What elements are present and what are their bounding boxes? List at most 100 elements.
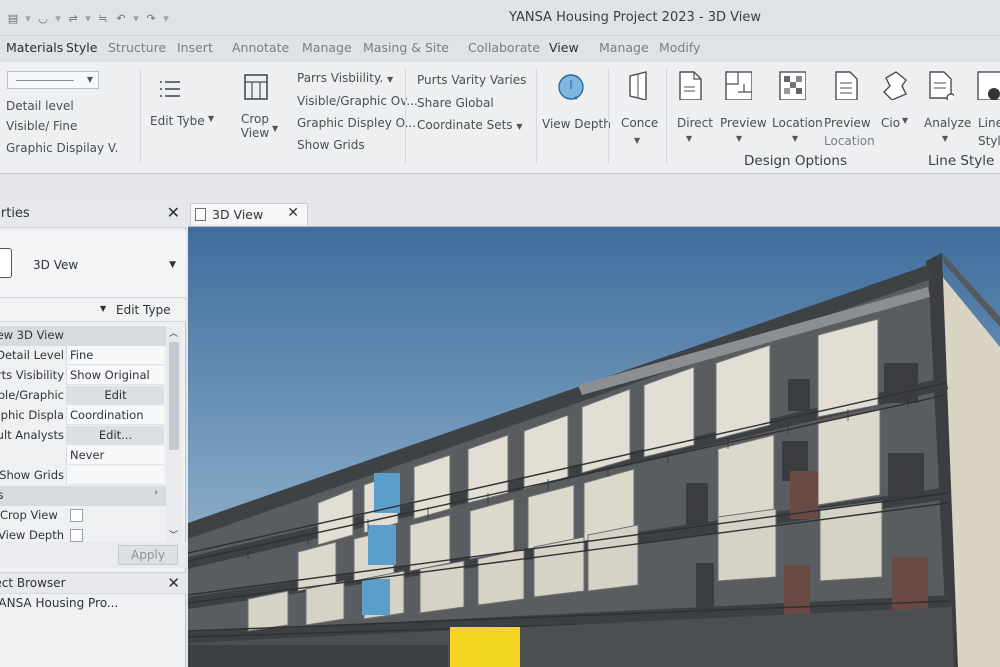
edit-type-label: Edit Tybe xyxy=(150,114,205,128)
dropdown-caret-icon[interactable]: ▾ xyxy=(84,12,92,25)
cio-button[interactable]: Cio ▼ xyxy=(878,68,916,148)
visible-graphic-button[interactable]: Visible/Graphic Ov... xyxy=(297,94,418,108)
tab-3d-view[interactable]: 3D View ✕ xyxy=(190,203,308,225)
crop-view-button[interactable]: Crop View ▼ xyxy=(236,68,286,148)
line-style-label-2: Style xyxy=(978,134,1000,148)
close-icon[interactable]: ✕ xyxy=(167,203,180,222)
redo-icon[interactable]: ↷ xyxy=(144,12,158,25)
dropdown-caret-icon[interactable]: ▾ xyxy=(24,12,32,25)
apply-button[interactable]: Apply xyxy=(118,545,178,565)
property-key: Visible/Graphic... xyxy=(0,388,64,402)
floorplan-icon xyxy=(725,71,752,100)
crop-view-label: Crop View xyxy=(240,112,270,140)
property-value[interactable] xyxy=(66,466,164,485)
share-global-button[interactable]: Share Global xyxy=(417,96,494,110)
edit-button[interactable]: Edit... xyxy=(66,426,164,445)
graphic-display-button[interactable]: Graphic Dispilay V. xyxy=(6,141,118,155)
property-row-visible-graphic: Visible/Graphic...Edit xyxy=(0,386,166,406)
conce-icon xyxy=(629,71,647,100)
tab-style[interactable]: Style xyxy=(66,40,97,55)
property-key: Show Grids xyxy=(0,468,64,482)
properties-header: Properties ✕ xyxy=(0,200,186,228)
preview-location-label-2: Location xyxy=(824,134,875,148)
tab-manage-2[interactable]: Manage xyxy=(599,40,649,55)
line-style-button[interactable]: Line Style xyxy=(974,68,1000,148)
section-new-3d-view[interactable]: New 3D View xyxy=(0,326,166,346)
property-key: Parts Visibility... xyxy=(0,368,64,382)
location-button[interactable]: Location ▼ xyxy=(770,68,823,148)
parts-visibility-label: Parrs Visbiility. xyxy=(297,71,384,85)
tab-insert[interactable]: Insert xyxy=(177,40,213,55)
tab-modify[interactable]: Modify xyxy=(659,40,700,55)
visible-fine-button[interactable]: Visible/ Fine xyxy=(6,119,77,133)
chevron-down-icon: ▼ xyxy=(86,75,93,84)
chevron-down-icon[interactable]: ﹀ xyxy=(169,528,178,541)
dropdown-caret-icon[interactable]: ▾ xyxy=(54,12,62,25)
chevron-down-icon: ▼ xyxy=(942,134,949,143)
detail-level-button[interactable]: Detail level xyxy=(6,99,74,113)
undo-icon[interactable]: ↶ xyxy=(114,12,128,25)
section-label: Extents xyxy=(0,488,4,502)
purts-varity-button[interactable]: Purts Varity Varies xyxy=(417,73,526,87)
view-depth-icon xyxy=(558,74,584,100)
analyze-button[interactable]: Analyze ▼ xyxy=(920,68,972,148)
edit-type-button[interactable]: Edit Tybe ▼ xyxy=(148,68,218,140)
project-browser-root[interactable]: YANSA Housing Pro... xyxy=(0,596,118,610)
chevron-down-icon: ▼ xyxy=(208,114,215,123)
type-selector[interactable]: 3D Vew ▼ xyxy=(0,230,186,298)
edit-button[interactable]: Edit xyxy=(66,386,164,405)
property-value[interactable]: Fine xyxy=(66,346,164,365)
property-value[interactable]: Coordination xyxy=(66,406,164,425)
preview-location-button[interactable]: Preview Location xyxy=(822,68,876,148)
sync-icon[interactable]: ⇌ xyxy=(66,12,80,25)
line-style-dropdown[interactable]: ▼ xyxy=(7,71,99,89)
edit-type-link[interactable]: Edit Type xyxy=(116,303,171,317)
tab-materials[interactable]: Materials xyxy=(6,40,63,55)
close-icon[interactable]: ✕ xyxy=(287,205,299,221)
crop-view-checkbox[interactable] xyxy=(70,509,83,522)
3d-viewport[interactable] xyxy=(188,226,1000,667)
property-value[interactable]: Show Original xyxy=(66,366,164,385)
view-tab-label: 3D View xyxy=(212,207,264,222)
chevron-down-icon[interactable]: ▼ xyxy=(100,304,106,313)
section-extents[interactable]: Extents › xyxy=(0,486,166,506)
chevron-down-icon: ▼ xyxy=(792,134,799,143)
parts-visibility-button[interactable]: Parrs Visbiility. ▼ xyxy=(297,71,393,85)
view-depth-checkbox[interactable] xyxy=(70,529,83,542)
scrollbar-thumb[interactable] xyxy=(169,342,179,450)
property-key: Default Analysts xyxy=(0,428,64,442)
properties-scrollbar[interactable]: ︿ ﹀ xyxy=(166,326,182,544)
tab-massing-site[interactable]: Masing & Site xyxy=(363,40,449,55)
coordinate-sets-button[interactable]: Coordinate Sets ▼ xyxy=(417,118,523,132)
show-grids-button[interactable]: Show Grids xyxy=(297,138,365,152)
tab-manage[interactable]: Manage xyxy=(302,40,352,55)
dropdown-caret-icon[interactable]: ▾ xyxy=(162,12,170,25)
quick-access-toolbar: ▤ ▾ ◡ ▾ ⇌ ▾ ≒ ↶ ▾ ↷ ▾ xyxy=(6,10,170,26)
tab-view[interactable]: View xyxy=(549,40,579,55)
chevron-down-icon: ▼ xyxy=(686,134,693,143)
view-depth-button[interactable]: View Depth xyxy=(540,68,611,138)
graphic-display-options-button[interactable]: Graphic Displey O... xyxy=(297,116,416,130)
direct-label: Direct xyxy=(677,116,713,130)
chevron-down-icon: ▼ xyxy=(272,124,279,133)
direct-button[interactable]: Direct ▼ xyxy=(674,68,714,148)
preview-location-label-1: Preview xyxy=(824,116,871,130)
property-value[interactable]: Never xyxy=(66,446,164,465)
tab-structure[interactable]: Structure xyxy=(108,40,166,55)
align-icon[interactable]: ≒ xyxy=(96,12,110,25)
tab-annotate[interactable]: Annotate xyxy=(232,40,289,55)
properties-title: Properties xyxy=(0,206,30,221)
conce-button[interactable]: Conce ▼ xyxy=(618,68,662,148)
location-label: Location xyxy=(772,116,823,130)
app-menu-icon[interactable]: ▤ xyxy=(6,12,20,25)
conce-label: Conce xyxy=(621,116,659,130)
property-row-default-analysis: Default AnalystsEdit... xyxy=(0,426,166,446)
close-icon[interactable]: ✕ xyxy=(167,574,180,592)
preview-button[interactable]: Preview ▼ xyxy=(718,68,767,148)
dropdown-caret-icon[interactable]: ▾ xyxy=(132,12,140,25)
property-key: Detail Level xyxy=(0,348,64,362)
chevron-up-icon[interactable]: ︿ xyxy=(169,326,178,339)
document-icon xyxy=(679,71,702,100)
save-icon[interactable]: ◡ xyxy=(36,12,50,25)
tab-collaborate[interactable]: Collaborate xyxy=(468,40,540,55)
